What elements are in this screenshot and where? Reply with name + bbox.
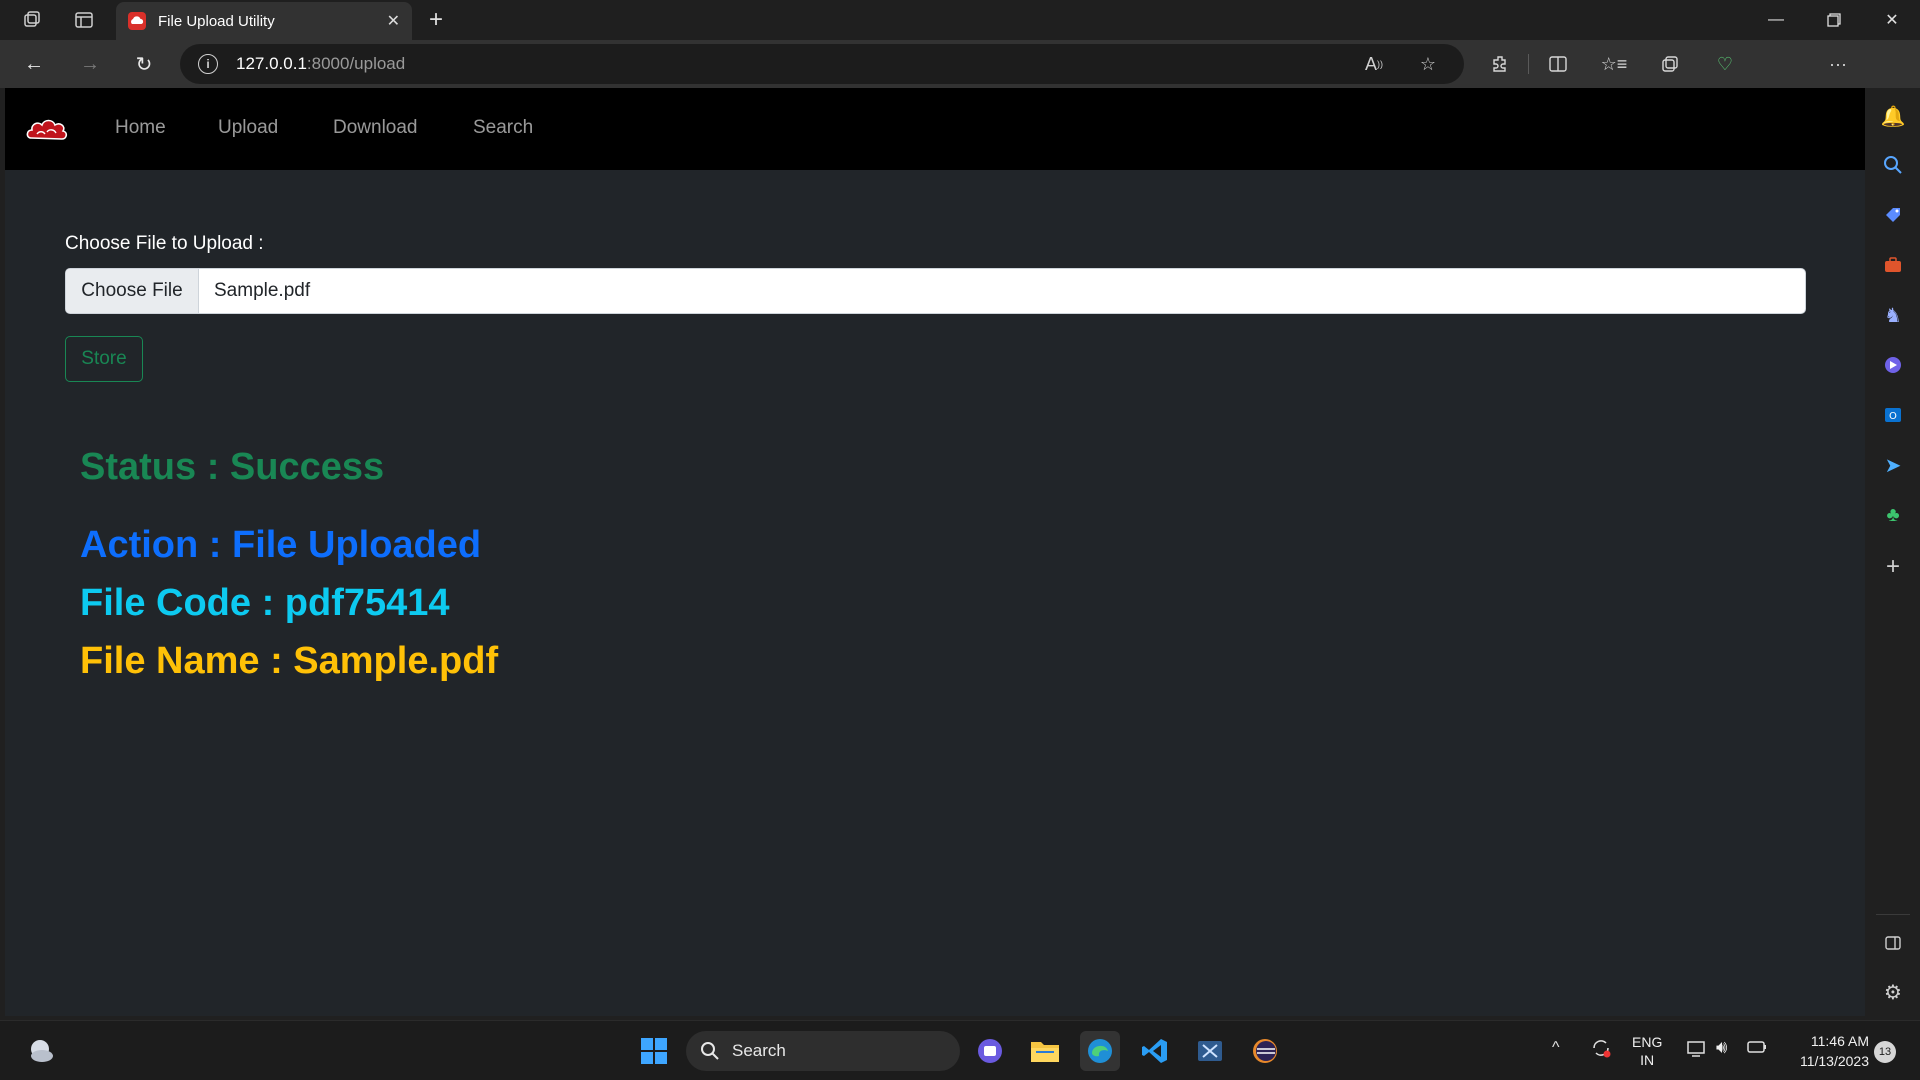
toolbar-divider [1528, 54, 1529, 74]
close-tab-icon[interactable]: ✕ [387, 11, 400, 31]
choose-file-button[interactable]: Choose File [66, 269, 199, 313]
workspaces-icon[interactable] [12, 0, 52, 40]
volume-icon[interactable]: 🔊︎ [1716, 1037, 1727, 1058]
add-sidebar-app-icon[interactable]: + [1866, 550, 1920, 584]
tab-file-upload-utility[interactable]: File Upload Utility ✕ [116, 2, 412, 40]
games-chess-icon[interactable]: ♞ [1866, 298, 1920, 332]
forward-arrow-icon[interactable]: → [72, 46, 108, 82]
nav-link-upload[interactable]: Upload [218, 117, 278, 139]
hide-sidebar-icon[interactable] [1866, 926, 1920, 960]
region-code: IN [1640, 1052, 1655, 1068]
nav-link-download[interactable]: Download [333, 117, 418, 139]
search-icon[interactable] [1866, 148, 1920, 182]
svg-text:O: O [1889, 411, 1897, 422]
nav-link-search[interactable]: Search [473, 117, 533, 139]
notification-badge[interactable]: 13 [1874, 1041, 1896, 1063]
tab-title: File Upload Utility [158, 12, 275, 30]
outlook-icon[interactable]: O [1866, 398, 1920, 432]
clock[interactable]: 11:46 AM 11/13/2023 [1785, 1031, 1869, 1071]
read-aloud-icon[interactable]: A)) [1356, 44, 1392, 84]
favorites-icon[interactable]: ☆≡ [1594, 46, 1634, 82]
address-bar-row: ← → ↻ i 127.0.0.1:8000/upload A)) ☆ ☆≡ ♡… [0, 40, 1920, 120]
store-button[interactable]: Store [65, 336, 143, 382]
language-indicator[interactable]: ENG IN [1632, 1033, 1662, 1069]
tab-actions-icon[interactable] [64, 0, 104, 40]
eclipse-ide-icon[interactable] [1245, 1031, 1285, 1071]
tree-icon[interactable]: ♣ [1866, 498, 1920, 532]
clock-date: 11/13/2023 [1799, 1053, 1869, 1069]
edge-sidebar: 🔔 ♞ O ➤ ♣ + ⚙ [1866, 88, 1920, 1016]
site-info-icon[interactable]: i [198, 54, 218, 74]
refresh-icon[interactable]: ↻ [126, 46, 162, 82]
show-hidden-icons-chevron-icon[interactable]: ^ [1552, 1039, 1560, 1057]
action-text: Action : File Uploaded [80, 524, 482, 566]
file-input[interactable]: Choose File Sample.pdf [65, 268, 1806, 314]
close-window-button[interactable]: ✕ [1864, 0, 1920, 40]
start-windows-icon[interactable] [634, 1031, 674, 1071]
status-text: Status : Success [80, 446, 385, 488]
site-navbar: Home Upload Download Search [5, 88, 1865, 170]
more-options-icon[interactable]: ··· [1818, 46, 1858, 82]
clock-time: 11:46 AM [1810, 1033, 1869, 1049]
split-screen-icon[interactable] [1538, 46, 1578, 82]
nav-link-home[interactable]: Home [115, 117, 166, 139]
windows-taskbar: Search ^ ENG IN 🔊︎ 11:46 AM 11/13/2023 1… [0, 1020, 1920, 1080]
browser-essentials-icon[interactable]: ♡ [1705, 46, 1745, 82]
battery-icon[interactable] [1746, 1039, 1768, 1058]
sidebar-divider [1876, 914, 1910, 915]
browser-title-bar: File Upload Utility ✕ + — ✕ [0, 0, 1920, 40]
taskbar-search-icon [701, 1042, 719, 1060]
favorite-star-icon[interactable]: ☆ [1410, 44, 1446, 84]
file-name-text: File Name : Sample.pdf [80, 640, 499, 682]
tools-briefcase-icon[interactable] [1866, 248, 1920, 282]
taskbar-search-label: Search [732, 1041, 786, 1060]
file-upload-label: Choose File to Upload : [65, 233, 264, 254]
address-bar[interactable]: i 127.0.0.1:8000/upload A)) ☆ [180, 44, 1464, 84]
edge-browser-icon[interactable] [1080, 1031, 1120, 1071]
file-code-text: File Code : pdf75414 [80, 582, 450, 624]
taskbar-search-box[interactable]: Search [686, 1031, 960, 1071]
shopping-tag-icon[interactable] [1866, 198, 1920, 232]
restore-button[interactable] [1806, 0, 1862, 40]
teams-chat-icon[interactable] [970, 1031, 1010, 1071]
extensions-icon[interactable] [1480, 46, 1520, 82]
language-code: ENG [1632, 1034, 1663, 1050]
red-cloud-logo-icon[interactable] [25, 112, 69, 146]
selected-file-name: Sample.pdf [214, 280, 311, 301]
weather-widget-icon[interactable] [20, 1031, 60, 1071]
sidebar-settings-icon[interactable]: ⚙ [1866, 975, 1920, 1009]
microsoft-365-icon[interactable] [1866, 348, 1920, 382]
file-explorer-icon[interactable] [1025, 1031, 1065, 1071]
vscode-icon[interactable] [1135, 1031, 1175, 1071]
url-text[interactable]: 127.0.0.1:8000/upload [236, 54, 405, 74]
new-tab-button[interactable]: + [420, 4, 452, 36]
back-arrow-icon[interactable]: ← [16, 46, 52, 82]
page-viewport: Home Upload Download Search Choose File … [5, 88, 1865, 1016]
drop-send-icon[interactable]: ➤ [1866, 448, 1920, 482]
network-icon[interactable] [1686, 1039, 1708, 1062]
snipping-tool-icon[interactable] [1190, 1031, 1230, 1071]
bell-icon[interactable]: 🔔 [1866, 99, 1920, 133]
collections-icon[interactable] [1650, 46, 1690, 82]
cloud-favicon-icon [128, 12, 146, 30]
sync-icon[interactable] [1590, 1037, 1612, 1062]
minimize-button[interactable]: — [1748, 0, 1804, 40]
